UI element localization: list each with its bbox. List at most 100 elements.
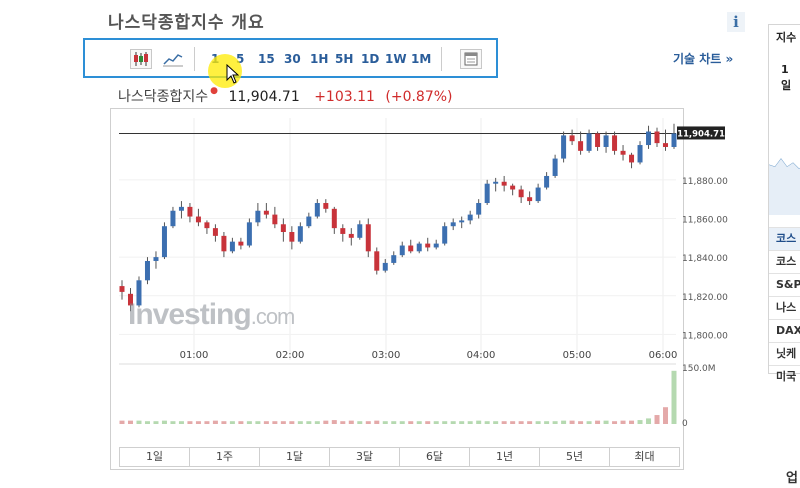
- candle: [399, 245, 405, 256]
- candle: [357, 224, 363, 238]
- volume-bar: [501, 421, 507, 424]
- volume-bar: [272, 421, 278, 424]
- volume-bar: [408, 421, 414, 424]
- volume-bar: [552, 421, 558, 424]
- candle: [144, 260, 150, 281]
- candle: [340, 228, 346, 234]
- time-range-selector: 1일 1주 1달 3달 6달 1년 5년 최대: [119, 447, 680, 467]
- candle: [654, 131, 660, 144]
- volume-bar: [450, 421, 456, 424]
- volume-bar: [561, 420, 567, 424]
- volume-bar: [280, 421, 286, 424]
- volume-bar: [416, 421, 422, 424]
- candle: [425, 243, 431, 248]
- volume-tick-label: 0: [682, 419, 688, 429]
- candle: [510, 185, 516, 190]
- candle: [263, 210, 269, 215]
- candle: [323, 203, 329, 209]
- candle: [561, 135, 567, 159]
- volume-bar: [212, 420, 218, 424]
- candle: [246, 222, 252, 246]
- volume-bar: [331, 420, 337, 424]
- volume-bar: [612, 421, 618, 424]
- volume-bar: [535, 421, 541, 424]
- range-1year[interactable]: 1년: [470, 448, 540, 466]
- volume-bar: [195, 421, 201, 424]
- volume-bar: [306, 421, 312, 424]
- price-tag-label: 11,904.71: [677, 129, 725, 139]
- candle: [527, 197, 533, 202]
- candle: [195, 216, 201, 223]
- candle: [119, 286, 125, 292]
- volume-bar: [586, 421, 592, 424]
- volume-bar: [178, 421, 184, 424]
- volume-bar: [119, 420, 125, 424]
- candle: [603, 135, 609, 147]
- candle: [272, 214, 278, 225]
- range-5year[interactable]: 5년: [540, 448, 610, 466]
- candle: [374, 251, 380, 271]
- candle: [501, 181, 507, 186]
- volume-bar: [170, 421, 176, 424]
- volume-bar: [459, 421, 465, 424]
- volume-bar: [510, 421, 516, 424]
- range-6month[interactable]: 6달: [400, 448, 470, 466]
- candle: [459, 220, 465, 223]
- investing-watermark: Investing.com: [128, 298, 296, 332]
- volume-bar: [578, 421, 584, 424]
- candle: [161, 226, 167, 258]
- x-tick-label: 04:00: [467, 350, 496, 361]
- volume-bar: [382, 421, 388, 424]
- volume-bar: [637, 420, 643, 424]
- range-1month[interactable]: 1달: [260, 448, 330, 466]
- watermark-suffix: .com: [250, 304, 296, 329]
- range-3month[interactable]: 3달: [330, 448, 400, 466]
- y-tick-label: 11,800.00: [682, 331, 728, 341]
- candle: [365, 224, 371, 252]
- volume-bar: [161, 420, 167, 424]
- range-1day[interactable]: 1일: [120, 448, 190, 466]
- candle: [382, 262, 388, 271]
- volume-bar: [603, 420, 609, 424]
- volume-bar: [425, 421, 431, 424]
- range-1week[interactable]: 1주: [190, 448, 260, 466]
- bottom-right-label: 업: [786, 471, 798, 486]
- candle: [348, 233, 354, 238]
- candle: [629, 154, 635, 163]
- candle: [569, 135, 575, 142]
- candle: [331, 208, 337, 229]
- price-chart[interactable]: 11,800.00 11,820.00 11,840.00 11,860.00 11,8…: [0, 0, 800, 488]
- volume-bar: [314, 421, 320, 424]
- volume-bar: [127, 420, 133, 424]
- volume-bar: [246, 421, 252, 424]
- volume-bar: [297, 421, 303, 424]
- candle: [595, 133, 601, 147]
- volume-bar: [620, 420, 626, 424]
- volume-bar: [527, 421, 533, 424]
- candle: [484, 183, 490, 204]
- volume-bar: [221, 421, 227, 424]
- candle: [450, 222, 456, 227]
- x-tick-label: 01:00: [180, 350, 209, 361]
- volume-bar: [136, 420, 142, 424]
- volume-bar: [391, 421, 397, 424]
- candle: [255, 210, 261, 223]
- candle: [221, 235, 227, 252]
- candle: [212, 228, 218, 236]
- candle: [552, 158, 558, 176]
- volume-bar: [476, 420, 482, 424]
- volume-bar: [663, 407, 669, 424]
- x-tick-label: 03:00: [372, 350, 401, 361]
- candle: [620, 150, 626, 155]
- volume-bar: [365, 421, 371, 424]
- candle: [297, 226, 303, 242]
- volume-bar: [229, 421, 235, 424]
- volume-bar: [255, 421, 261, 424]
- candle: [238, 241, 244, 246]
- candle: [646, 131, 652, 146]
- volume-bar: [671, 370, 677, 424]
- volume-bar: [144, 421, 150, 424]
- candle: [637, 145, 643, 163]
- volume-bar: [153, 421, 159, 424]
- range-max[interactable]: 최대: [610, 448, 679, 466]
